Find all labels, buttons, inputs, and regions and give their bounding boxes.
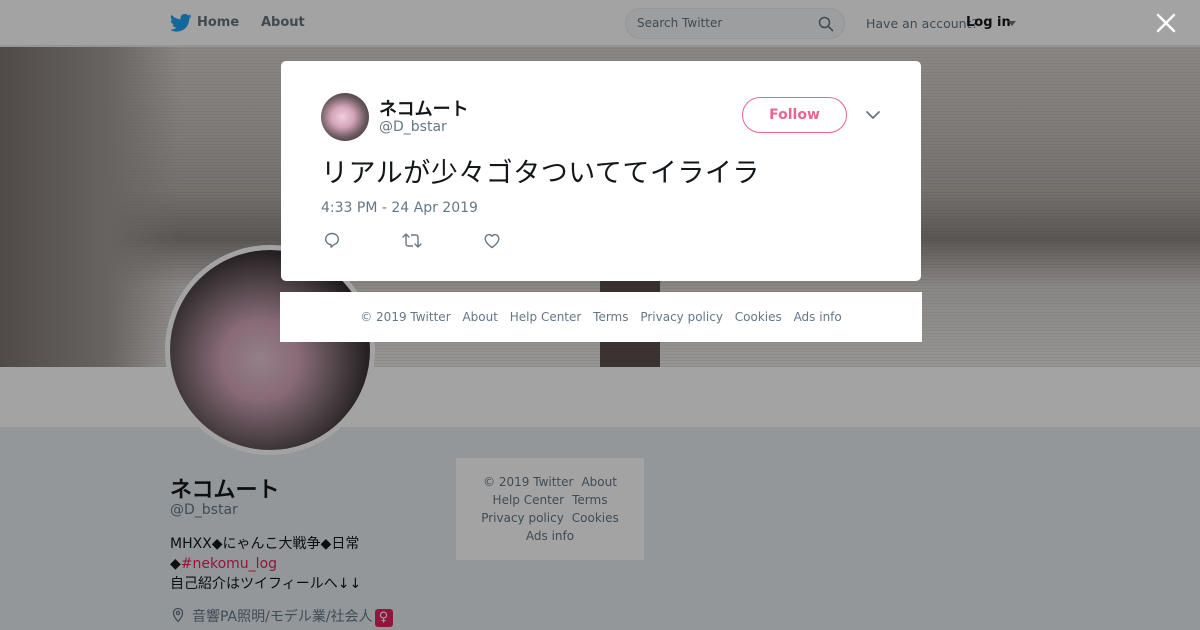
modal-footer-privacy[interactable]: Privacy policy [640, 310, 723, 324]
modal-footer-about[interactable]: About [462, 310, 497, 324]
modal-footer-ads-info[interactable]: Ads info [794, 310, 842, 324]
tweet-timestamp[interactable]: 4:33 PM - 24 Apr 2019 [321, 200, 478, 216]
tweet-author-handle[interactable]: @D_bstar [379, 119, 447, 135]
tweet-author-name[interactable]: ネコムート [379, 95, 469, 121]
retweet-icon[interactable] [402, 232, 422, 249]
tweet-text: リアルが少々ゴタついててイライラ [321, 158, 760, 189]
modal-footer-cookies[interactable]: Cookies [735, 310, 782, 324]
tweet-author-avatar[interactable] [321, 93, 369, 141]
modal-footer-terms[interactable]: Terms [593, 310, 628, 324]
modal-footer-help-center[interactable]: Help Center [510, 310, 582, 324]
like-heart-icon[interactable] [483, 232, 501, 249]
modal-footer-copyright: © 2019 Twitter [360, 310, 451, 324]
reply-icon[interactable] [323, 231, 341, 249]
tweet-modal: ネコムート @D_bstar Follow リアルが少々ゴタついててイライラ 4… [281, 61, 921, 281]
modal-footer: © 2019 Twitter About Help Center Terms P… [280, 292, 922, 342]
follow-button[interactable]: Follow [742, 97, 847, 133]
close-icon[interactable] [1156, 13, 1176, 33]
chevron-down-icon[interactable] [865, 109, 881, 121]
